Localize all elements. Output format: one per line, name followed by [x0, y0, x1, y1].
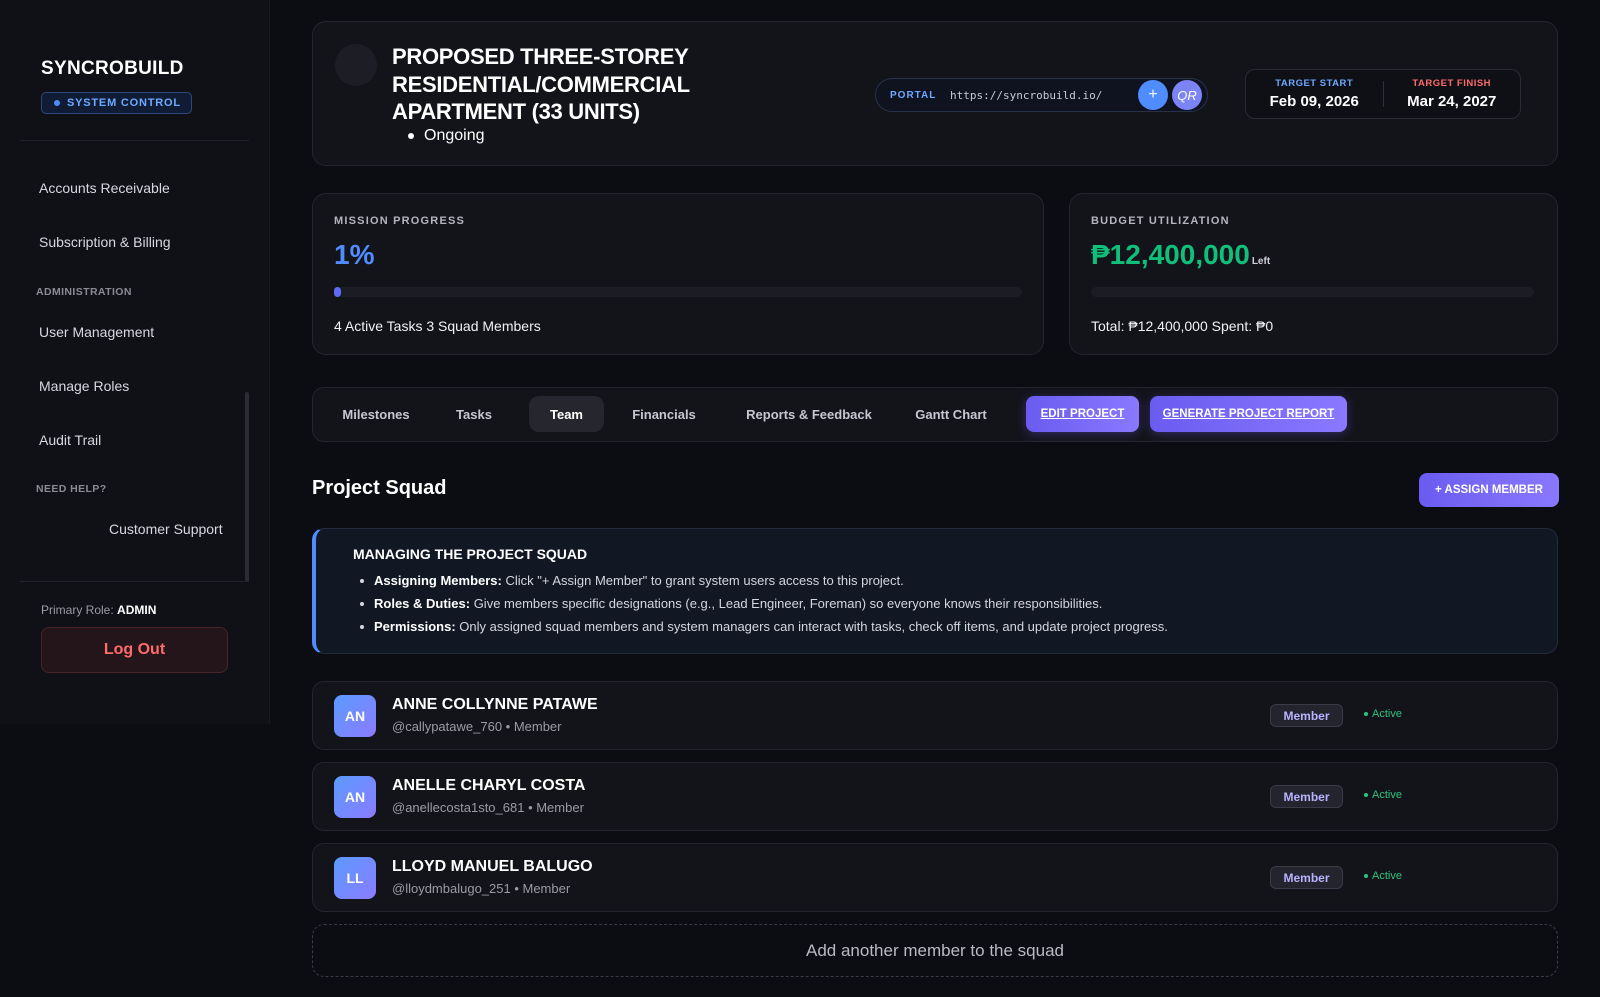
edit-project-button[interactable]: EDIT PROJECT: [1026, 396, 1139, 432]
progress-summary: 4 Active Tasks 3 Squad Members: [334, 318, 541, 334]
progress-label: MISSION PROGRESS: [334, 215, 466, 227]
avatar: LL: [334, 857, 376, 899]
section-title: Project Squad: [312, 477, 447, 499]
badge-label: SYSTEM CONTROL: [67, 97, 181, 109]
tab-team[interactable]: Team: [529, 396, 604, 432]
tab-reports-feedback[interactable]: Reports & Feedback: [729, 396, 889, 432]
sidebar-item-user-management[interactable]: User Management: [39, 324, 154, 340]
info-item-text: Only assigned squad members and system m…: [455, 619, 1168, 634]
sidebar-item-accounts-receivable[interactable]: Accounts Receivable: [39, 180, 170, 196]
info-title: MANAGING THE PROJECT SQUAD: [353, 546, 588, 562]
member-name: ANNE COLLYNNE PATAWE: [392, 696, 598, 713]
member-status: Active: [1364, 789, 1402, 801]
member-status-text: Active: [1372, 870, 1402, 882]
budget-suffix: Left: [1251, 256, 1271, 267]
tab-financials[interactable]: Financials: [615, 396, 713, 432]
progress-bar: [334, 287, 1022, 297]
target-start: TARGET START Feb 09, 2026: [1246, 78, 1383, 110]
member-name: ANELLE CHARYL COSTA: [392, 777, 586, 794]
target-start-label: TARGET START: [1275, 78, 1354, 89]
target-finish-label: TARGET FINISH: [1412, 78, 1492, 89]
sidebar-heading-need-help: NEED HELP?: [36, 483, 107, 495]
brand-logo[interactable]: SYNCROBUILD: [41, 58, 184, 80]
target-dates: TARGET START Feb 09, 2026 TARGET FINISH …: [1245, 69, 1521, 119]
mission-progress-card: MISSION PROGRESS 1% 4 Active Tasks 3 Squ…: [312, 193, 1044, 355]
target-start-value: Feb 09, 2026: [1269, 93, 1359, 110]
tab-milestones[interactable]: Milestones: [325, 396, 427, 432]
info-item: Assigning Members: Click "+ Assign Membe…: [353, 569, 1168, 592]
assign-member-button[interactable]: + ASSIGN MEMBER: [1419, 473, 1559, 507]
budget-label: BUDGET UTILIZATION: [1091, 215, 1230, 227]
project-status-text: Ongoing: [424, 127, 485, 144]
member-handle: @anellecosta1sto_681 • Member: [392, 800, 584, 815]
tab-tasks[interactable]: Tasks: [435, 396, 513, 432]
qr-button[interactable]: QR: [1172, 80, 1202, 110]
info-item-text: Give members specific designations (e.g.…: [470, 596, 1103, 611]
budget-summary: Total: ₱12,400,000 Spent: ₱0: [1091, 318, 1274, 334]
info-item-label: Permissions:: [374, 619, 456, 634]
portal-bar: PORTAL https://syncrobuild.io/ + QR: [875, 78, 1208, 112]
role-label: Primary Role:: [41, 603, 114, 617]
member-status: Active: [1364, 870, 1402, 882]
generate-report-button[interactable]: GENERATE PROJECT REPORT: [1150, 396, 1347, 432]
member-role-badge[interactable]: Member: [1270, 866, 1343, 889]
sidebar-item-customer-support[interactable]: Customer Support: [109, 521, 223, 537]
member-row[interactable]: LL LLOYD MANUEL BALUGO @lloydmbalugo_251…: [312, 843, 1558, 912]
squad-info-panel: MANAGING THE PROJECT SQUAD Assigning Mem…: [312, 528, 1558, 654]
member-status-text: Active: [1372, 708, 1402, 720]
avatar: AN: [334, 776, 376, 818]
sidebar-item-manage-roles[interactable]: Manage Roles: [39, 378, 129, 394]
info-item-label: Assigning Members:: [374, 573, 502, 588]
status-dot-icon: [1364, 793, 1368, 797]
member-status: Active: [1364, 708, 1402, 720]
info-item: Roles & Duties: Give members specific de…: [353, 592, 1168, 615]
logout-button[interactable]: Log Out: [41, 627, 228, 673]
status-dot-icon: [54, 100, 60, 106]
sidebar-item-subscription-billing[interactable]: Subscription & Billing: [39, 234, 171, 250]
role-value: ADMIN: [117, 603, 157, 617]
status-dot-icon: [1364, 712, 1368, 716]
project-tabs: Milestones Tasks Team Financials Reports…: [312, 387, 1558, 442]
member-handle: @lloydmbalugo_251 • Member: [392, 881, 571, 896]
project-header: PROPOSED THREE-STOREY RESIDENTIAL/COMMER…: [312, 21, 1558, 166]
info-item: Permissions: Only assigned squad members…: [353, 615, 1168, 638]
info-list: Assigning Members: Click "+ Assign Membe…: [353, 569, 1168, 638]
member-status-text: Active: [1372, 789, 1402, 801]
member-name: LLOYD MANUEL BALUGO: [392, 858, 593, 875]
target-finish: TARGET FINISH Mar 24, 2027: [1383, 78, 1520, 110]
project-avatar: [335, 44, 377, 86]
sidebar-heading-administration: ADMINISTRATION: [36, 286, 132, 298]
portal-plus-button[interactable]: +: [1138, 80, 1168, 110]
avatar: AN: [334, 695, 376, 737]
sidebar: SYNCROBUILD SYSTEM CONTROL Accounts Rece…: [0, 0, 270, 724]
project-status: Ongoing: [408, 127, 485, 145]
member-row[interactable]: AN ANNE COLLYNNE PATAWE @callypatawe_760…: [312, 681, 1558, 750]
budget-utilization-card: BUDGET UTILIZATION ₱12,400,000 Left Total…: [1069, 193, 1558, 355]
bullet-icon: [408, 133, 414, 139]
info-item-label: Roles & Duties:: [374, 596, 471, 611]
member-handle: @callypatawe_760 • Member: [392, 719, 562, 734]
sidebar-scrollbar[interactable]: [245, 392, 249, 582]
sidebar-item-audit-trail[interactable]: Audit Trail: [39, 432, 101, 448]
tab-gantt-chart[interactable]: Gantt Chart: [901, 396, 1001, 432]
member-role-badge[interactable]: Member: [1270, 785, 1343, 808]
status-dot-icon: [1364, 874, 1368, 878]
sidebar-divider: [20, 581, 249, 582]
portal-url[interactable]: https://syncrobuild.io/: [950, 89, 1134, 102]
add-member-button[interactable]: Add another member to the squad: [312, 924, 1558, 977]
budget-amount: ₱12,400,000: [1091, 239, 1250, 270]
project-title: PROPOSED THREE-STOREY RESIDENTIAL/COMMER…: [392, 44, 690, 124]
sidebar-divider: [20, 140, 249, 141]
portal-label: PORTAL: [890, 89, 937, 101]
primary-role: Primary Role: ADMIN: [41, 603, 156, 617]
member-row[interactable]: AN ANELLE CHARYL COSTA @anellecosta1sto_…: [312, 762, 1558, 831]
system-control-badge: SYSTEM CONTROL: [41, 92, 192, 114]
target-finish-value: Mar 24, 2027: [1407, 93, 1497, 110]
info-item-text: Click "+ Assign Member" to grant system …: [501, 573, 904, 588]
progress-value: 1%: [334, 239, 375, 270]
member-role-badge[interactable]: Member: [1270, 704, 1343, 727]
budget-value: ₱12,400,000 Left: [1091, 239, 1270, 271]
progress-bar-fill: [334, 287, 341, 297]
budget-bar: [1091, 287, 1534, 297]
